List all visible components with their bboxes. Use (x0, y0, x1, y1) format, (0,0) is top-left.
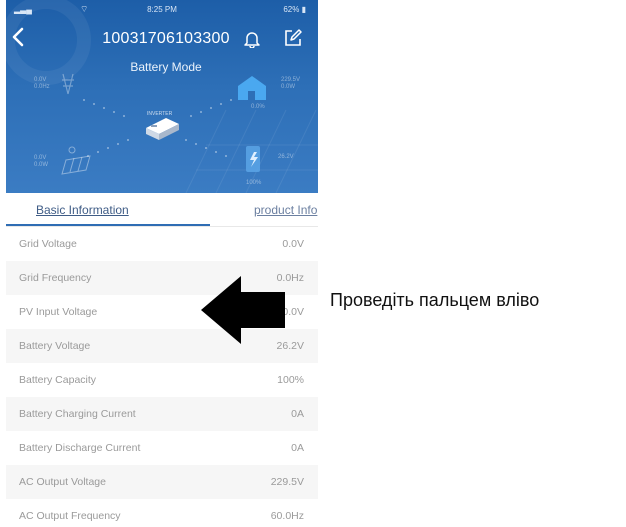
pv-power: 0.0W (34, 162, 49, 168)
list-item: Battery Discharge Current 0A (6, 431, 318, 465)
phone-screen: ▂▃▄ ⌔ 8:25 PM 62% ▮ 10031706103300 Batte… (6, 0, 318, 527)
header-hero: ▂▃▄ ⌔ 8:25 PM 62% ▮ 10031706103300 Batte… (6, 0, 318, 193)
row-value: 0A (291, 442, 304, 454)
load-values: 229.5V 0.0W (281, 77, 300, 91)
list-item: AC Output Voltage 229.5V (6, 465, 318, 499)
battery-hero-voltage: 26.2V (278, 154, 294, 160)
edit-icon[interactable] (284, 29, 302, 47)
grid-frequency: 0.0Hz (34, 84, 50, 90)
pv-values: 0.0V 0.0W (34, 155, 48, 169)
inverter-icon (146, 118, 179, 140)
row-label: AC Output Frequency (19, 510, 121, 522)
energy-flow-diagram (6, 0, 318, 193)
row-label: Battery Voltage (19, 340, 91, 352)
solar-panel-icon (61, 146, 91, 175)
load-percent: 0.0% (251, 104, 265, 110)
battery-status: 62% ▮ (283, 5, 306, 14)
device-title: 10031706103300 (102, 30, 230, 47)
load-voltage: 229.5V (281, 77, 301, 83)
row-value: 60.0Hz (270, 510, 304, 522)
info-list: Grid Voltage 0.0V Grid Frequency 0.0Hz P… (6, 227, 318, 527)
list-item: Battery Capacity 100% (6, 363, 318, 397)
row-label: Grid Frequency (19, 272, 92, 284)
status-bar: ▂▃▄ ⌔ 8:25 PM 62% ▮ (6, 4, 318, 18)
row-label: Battery Charging Current (19, 408, 136, 420)
row-label: Grid Voltage (19, 238, 77, 250)
row-label: Battery Discharge Current (19, 442, 141, 454)
grid-values: 0.0V 0.0Hz (34, 77, 50, 91)
device-mode: Battery Mode (130, 60, 202, 74)
tab-bar: Basic Information product Info (6, 193, 318, 227)
row-label: Battery Capacity (19, 374, 97, 386)
swipe-hint-text: Проведіть пальцем вліво (330, 290, 540, 310)
list-item: AC Output Frequency 60.0Hz (6, 499, 318, 527)
grid-voltage: 0.0V (34, 77, 47, 83)
row-value: 0.0V (282, 306, 304, 318)
battery-icon (246, 146, 260, 172)
list-item: Grid Voltage 0.0V (6, 227, 318, 261)
load-power: 0.0W (281, 84, 296, 90)
active-tab-indicator (6, 224, 210, 226)
battery-status-value: 62% (283, 5, 300, 14)
row-value: 229.5V (270, 476, 304, 488)
back-button[interactable] (11, 27, 31, 51)
chevron-left-icon (12, 27, 24, 47)
tab-basic-information[interactable]: Basic Information (36, 203, 129, 217)
swipe-left-arrow-icon (201, 276, 285, 344)
row-value: 100% (277, 374, 304, 386)
tab-product-info[interactable]: product Info (254, 203, 317, 217)
bell-icon[interactable] (244, 30, 260, 48)
row-value: 0.0V (282, 238, 304, 250)
row-label: AC Output Voltage (19, 476, 106, 488)
inverter-label: INVERTER (147, 111, 173, 117)
pv-voltage: 0.0V (34, 155, 47, 161)
list-item: Battery Charging Current 0A (6, 397, 318, 431)
row-label: PV Input Voltage (19, 306, 98, 318)
house-icon (238, 76, 266, 100)
status-time: 8:25 PM (147, 5, 177, 14)
battery-hero-percent: 100% (246, 180, 262, 186)
row-value: 0A (291, 408, 304, 420)
